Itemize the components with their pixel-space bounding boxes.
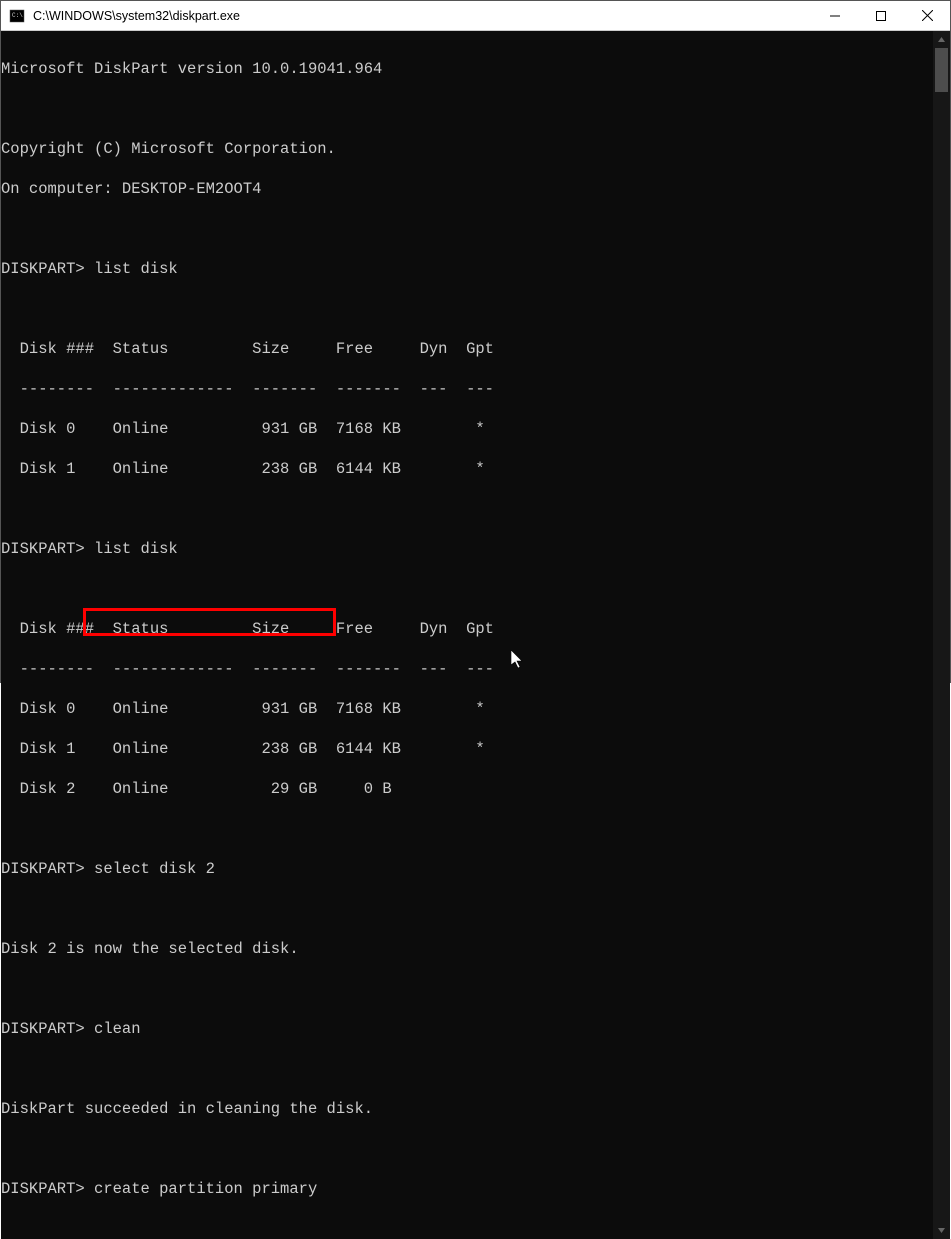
titlebar[interactable]: C:\ C:\WINDOWS\system32\diskpart.exe (1, 1, 950, 31)
computer-line: On computer: DESKTOP-EM2OOT4 (1, 179, 933, 199)
window: C:\ C:\WINDOWS\system32\diskpart.exe Mic… (0, 0, 951, 683)
status-line: DiskPart succeeded in cleaning the disk. (1, 1099, 933, 1119)
table-row: Disk 0 Online 931 GB 7168 KB * (1, 699, 933, 719)
prompt-line: DISKPART> list disk (1, 259, 933, 279)
scroll-thumb[interactable] (935, 48, 948, 92)
table-row: Disk 1 Online 238 GB 6144 KB * (1, 459, 933, 479)
table-header: Disk ### Status Size Free Dyn Gpt (1, 339, 933, 359)
current-prompt-line: DISKPART> create partition primary (1, 1179, 933, 1199)
svg-text:C:\: C:\ (12, 12, 23, 19)
table-row: Disk 0 Online 931 GB 7168 KB * (1, 419, 933, 439)
app-icon: C:\ (9, 8, 25, 24)
window-controls (812, 1, 950, 30)
blank-line (1, 499, 933, 519)
blank-line (1, 299, 933, 319)
window-title: C:\WINDOWS\system32\diskpart.exe (33, 9, 812, 23)
table-header: Disk ### Status Size Free Dyn Gpt (1, 619, 933, 639)
prompt-line: DISKPART> select disk 2 (1, 859, 933, 879)
close-button[interactable] (904, 1, 950, 30)
scroll-down-arrow[interactable] (933, 1222, 950, 1239)
blank-line (1, 979, 933, 999)
scroll-up-arrow[interactable] (933, 31, 950, 48)
table-row: Disk 2 Online 29 GB 0 B (1, 779, 933, 799)
table-separator: -------- ------------- ------- ------- -… (1, 379, 933, 399)
prompt-line: DISKPART> list disk (1, 539, 933, 559)
table-row: Disk 1 Online 238 GB 6144 KB * (1, 739, 933, 759)
scroll-track[interactable] (933, 48, 950, 1222)
blank-line (1, 99, 933, 119)
blank-line (1, 1139, 933, 1159)
table-separator: -------- ------------- ------- ------- -… (1, 659, 933, 679)
console-area: Microsoft DiskPart version 10.0.19041.96… (1, 31, 950, 1239)
maximize-button[interactable] (858, 1, 904, 30)
prompt-prefix: DISKPART> (1, 1180, 94, 1198)
current-command: create partition primary (94, 1180, 317, 1198)
blank-line (1, 899, 933, 919)
blank-line (1, 819, 933, 839)
blank-line (1, 1059, 933, 1079)
blank-line (1, 219, 933, 239)
blank-line (1, 579, 933, 599)
version-line: Microsoft DiskPart version 10.0.19041.96… (1, 59, 933, 79)
minimize-button[interactable] (812, 1, 858, 30)
console-output[interactable]: Microsoft DiskPart version 10.0.19041.96… (1, 31, 933, 1239)
vertical-scrollbar[interactable] (933, 31, 950, 1239)
status-line: Disk 2 is now the selected disk. (1, 939, 933, 959)
copyright-line: Copyright (C) Microsoft Corporation. (1, 139, 933, 159)
prompt-line: DISKPART> clean (1, 1019, 933, 1039)
